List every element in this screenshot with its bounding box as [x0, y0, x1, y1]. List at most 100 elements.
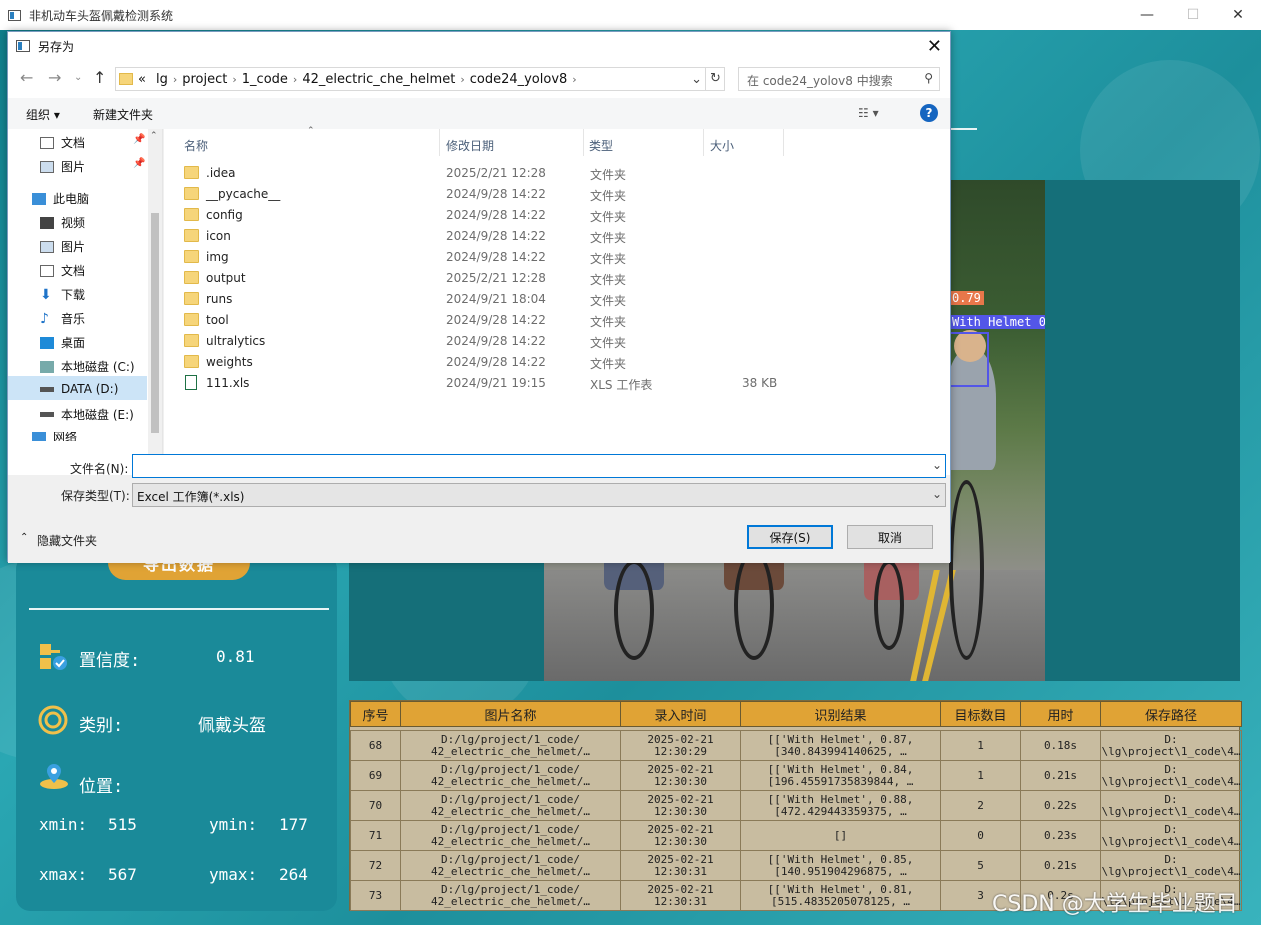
refresh-icon[interactable]: ↻ [705, 68, 725, 90]
file-row[interactable]: runs 2024/9/21 18:04 文件夹 [184, 289, 944, 310]
column-date[interactable]: 修改日期 [446, 137, 494, 154]
file-name: 111.xls [206, 376, 250, 390]
column-header[interactable]: 识别结果 [740, 701, 941, 727]
cancel-button[interactable]: 取消 [847, 525, 933, 549]
scroll-up-icon[interactable]: ⌃ [150, 131, 158, 141]
column-size[interactable]: 大小 [710, 137, 734, 154]
breadcrumb-segment[interactable]: « [138, 72, 146, 87]
filetype-dropdown-icon[interactable]: ⌄ [932, 487, 942, 501]
column-header[interactable]: 序号 [350, 701, 401, 727]
nav-item-documents[interactable]: 文档 [40, 134, 85, 151]
minimize-button[interactable]: — [1124, 0, 1170, 30]
network-icon [32, 432, 46, 441]
bike-wheel [614, 560, 654, 660]
bike-wheel [874, 560, 904, 650]
table-cell-id: 69 [350, 760, 401, 791]
back-arrow-icon[interactable]: ← [20, 68, 33, 87]
drive-icon [40, 360, 54, 373]
breadcrumb-segment[interactable]: lg [156, 72, 168, 87]
table-cell-time: 2025-02-21 12:30:29 [620, 730, 741, 761]
help-icon[interactable]: ? [920, 104, 938, 122]
nav-item-drive-e[interactable]: 本地磁盘 (E:) [40, 406, 134, 423]
file-row[interactable]: .idea 2025/2/21 12:28 文件夹 [184, 163, 944, 184]
file-row[interactable]: __pycache__ 2024/9/28 14:22 文件夹 [184, 184, 944, 205]
up-arrow-icon[interactable]: ↑ [93, 68, 106, 87]
computer-icon [32, 192, 46, 205]
filetype-select[interactable]: Excel 工作簿(*.xls) [132, 483, 946, 507]
table-row[interactable]: 72 D:/lg/project/1_code/ 42_electric_che_… [350, 850, 1242, 881]
column-header[interactable]: 用时 [1020, 701, 1101, 727]
table-cell-count: 0 [940, 820, 1021, 851]
file-row[interactable]: weights 2024/9/28 14:22 文件夹 [184, 352, 944, 373]
table-cell-name: D:/lg/project/1_code/ 42_electric_che_he… [400, 820, 621, 851]
column-header[interactable]: 保存路径 [1100, 701, 1242, 727]
address-dropdown-icon[interactable]: ⌄ [691, 72, 702, 87]
column-header[interactable]: 图片名称 [400, 701, 621, 727]
new-folder-button[interactable]: 新建文件夹 [93, 106, 153, 123]
file-row[interactable]: img 2024/9/28 14:22 文件夹 [184, 247, 944, 268]
dialog-close-icon[interactable]: ✕ [927, 36, 942, 57]
column-header[interactable]: 目标数目 [940, 701, 1021, 727]
nav-scrollbar[interactable]: ⌃ ⌄ [148, 129, 162, 475]
file-row[interactable]: output 2025/2/21 12:28 文件夹 [184, 268, 944, 289]
nav-item-documents[interactable]: 文档 [40, 262, 85, 279]
save-button[interactable]: 保存(S) [747, 525, 833, 549]
nav-item-drive-c[interactable]: 本地磁盘 (C:) [40, 358, 135, 375]
filename-dropdown-icon[interactable]: ⌄ [932, 458, 942, 472]
ymax-value: 264 [279, 865, 308, 884]
file-date: 2024/9/28 14:22 [446, 229, 546, 243]
nav-item-videos[interactable]: 视频 [40, 214, 85, 231]
nav-item-network[interactable]: 网络 [32, 432, 77, 441]
breadcrumb-segment[interactable]: 42_electric_che_helmet [302, 72, 455, 87]
results-table[interactable]: 序号 图片名称 录入时间 识别结果 目标数目 用时 保存路径 68 D:/lg/p… [349, 700, 1242, 911]
bike-wheel [734, 550, 774, 660]
view-options-icon[interactable]: ☷ ▾ [858, 106, 879, 120]
file-row[interactable]: tool 2024/9/28 14:22 文件夹 [184, 310, 944, 331]
organize-button[interactable]: 组织 ▾ [26, 106, 60, 123]
search-input[interactable]: 在 code24_yolov8 中搜索 ⚲ [738, 67, 940, 91]
nav-item-pictures[interactable]: 图片 [40, 158, 85, 175]
forward-arrow-icon[interactable]: → [48, 68, 61, 87]
collapse-chevron-icon[interactable]: ⌃ [20, 532, 28, 543]
file-type: 文件夹 [590, 189, 627, 203]
table-cell-time: 2025-02-21 12:30:30 [620, 760, 741, 791]
filename-label: 文件名(N): [70, 462, 129, 476]
table-row[interactable]: 70 D:/lg/project/1_code/ 42_electric_che_… [350, 790, 1242, 821]
column-name[interactable]: 名称 [184, 137, 208, 154]
column-type[interactable]: 类型 [589, 137, 613, 154]
nav-item-music[interactable]: ♪ 音乐 [40, 310, 85, 327]
nav-item-pictures[interactable]: 图片 [40, 238, 85, 255]
nav-item-drive-d[interactable]: DATA (D:) [40, 382, 118, 396]
breadcrumb-segment[interactable]: 1_code [242, 72, 288, 87]
column-header[interactable]: 录入时间 [620, 701, 741, 727]
nav-item-downloads[interactable]: ⬇ 下载 [40, 286, 85, 303]
table-row[interactable]: 69 D:/lg/project/1_code/ 42_electric_che_… [350, 760, 1242, 791]
file-row[interactable]: config 2024/9/28 14:22 文件夹 [184, 205, 944, 226]
nav-item-desktop[interactable]: 桌面 [40, 334, 85, 351]
breadcrumb-segment[interactable]: project [182, 72, 227, 87]
table-cell-cost: 0.21s [1020, 850, 1101, 881]
table-row[interactable]: 71 D:/lg/project/1_code/ 42_electric_che_… [350, 820, 1242, 851]
file-row[interactable]: 111.xls 2024/9/21 19:15 XLS 工作表 38 KB [184, 373, 944, 394]
folder-icon [184, 187, 199, 200]
filename-input[interactable] [132, 454, 946, 478]
hide-folders-button[interactable]: 隐藏文件夹 [37, 532, 97, 549]
close-button[interactable]: ✕ [1215, 0, 1261, 30]
file-row[interactable]: ultralytics 2024/9/28 14:22 文件夹 [184, 331, 944, 352]
address-bar[interactable]: « lg › project › 1_code › 42_electric_che_h… [115, 67, 725, 91]
confidence-icon [40, 644, 67, 670]
table-cell-count: 1 [940, 730, 1021, 761]
table-cell-path: D: \lg\project\1_code\4… [1100, 850, 1242, 881]
breadcrumb-segment[interactable]: code24_yolov8 [470, 72, 568, 87]
drive-icon [40, 386, 54, 392]
file-row[interactable]: icon 2024/9/28 14:22 文件夹 [184, 226, 944, 247]
folder-icon [184, 313, 199, 326]
nav-item-this-pc[interactable]: 此电脑 [32, 190, 89, 207]
recent-chevron-icon[interactable]: ⌄ [74, 72, 82, 83]
table-row[interactable]: 68 D:/lg/project/1_code/ 42_electric_che_… [350, 730, 1242, 761]
detection-box [949, 332, 989, 387]
maximize-button[interactable]: ☐ [1170, 0, 1216, 30]
main-title-bar: 非机动车头盔佩戴检测系统 [0, 0, 1261, 30]
panel-divider [29, 608, 329, 610]
scrollbar-thumb[interactable] [151, 213, 159, 433]
